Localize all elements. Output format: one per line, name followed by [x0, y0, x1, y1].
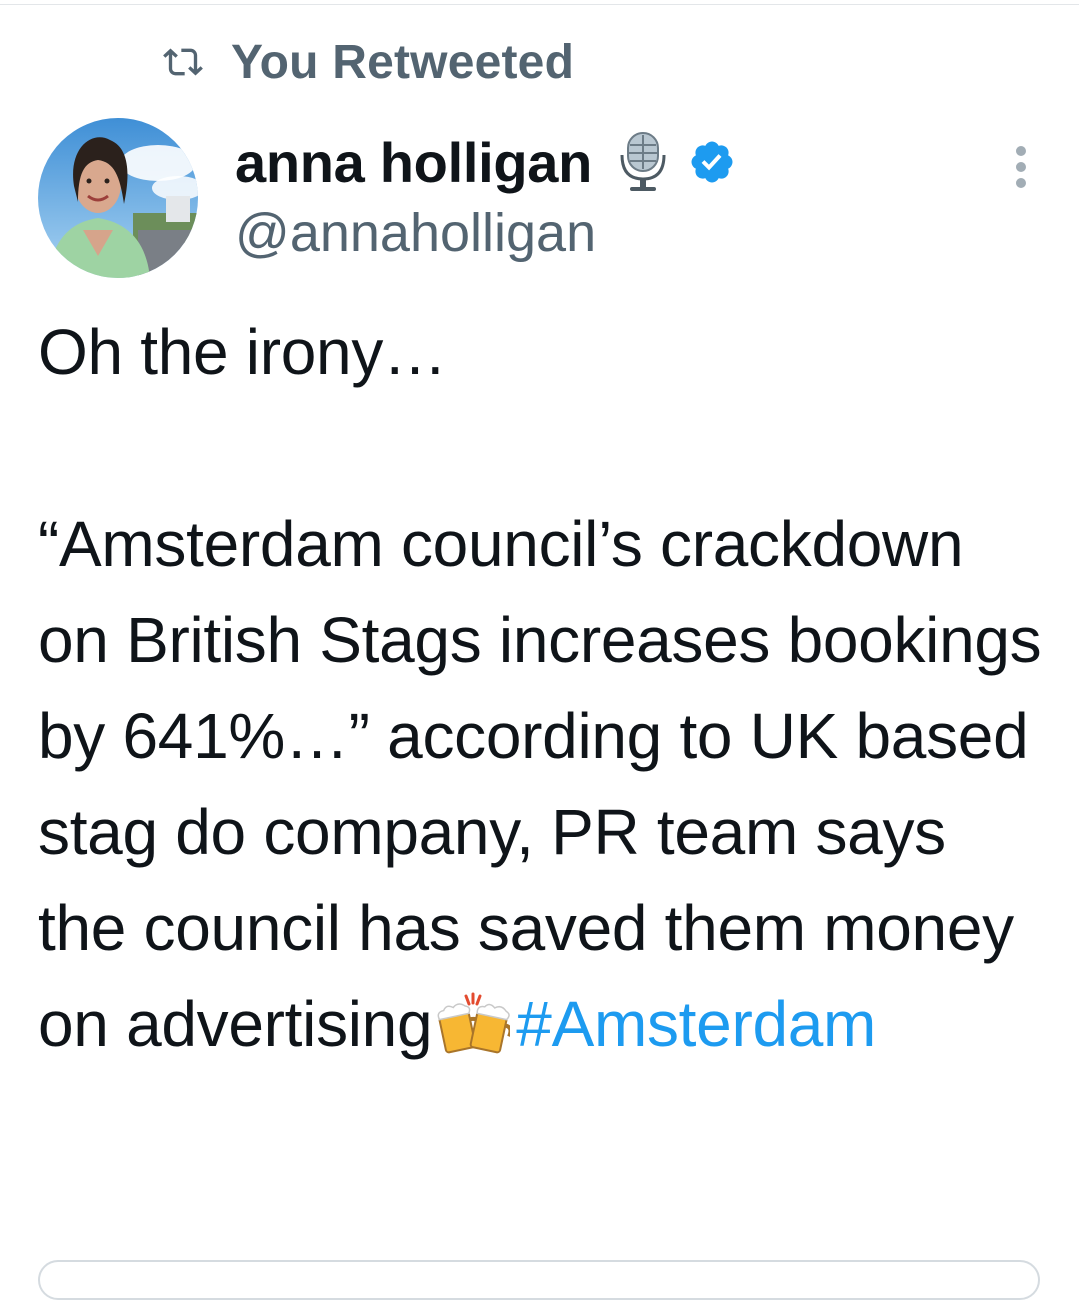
link-card-preview[interactable] [38, 1260, 1040, 1300]
tweet-body-paragraph: “Amsterdam council’s crackdown on Britis… [38, 496, 1048, 1072]
retweet-label: You Retweeted [231, 35, 575, 89]
author-display-name[interactable]: anna holligan [235, 130, 592, 195]
more-options-icon [1016, 146, 1026, 188]
top-divider [0, 4, 1079, 5]
clinking-beer-mugs-icon [437, 992, 511, 1054]
author-name-row: anna holligan [235, 126, 736, 198]
studio-microphone-icon [620, 132, 666, 191]
hashtag-link[interactable]: #Amsterdam [516, 988, 876, 1060]
tweet-opening-line: Oh the irony… [38, 316, 447, 388]
tweet-text: Oh the irony… “Amsterdam council’s crack… [38, 304, 1048, 1072]
tweet-body-text: “Amsterdam council’s crackdown on Britis… [38, 508, 1042, 1060]
author-handle[interactable]: @annaholligan [235, 202, 596, 264]
avatar-photo [38, 118, 198, 278]
verified-badge-icon[interactable] [688, 138, 736, 186]
more-options-button[interactable] [1004, 142, 1038, 192]
retweet-banner: You Retweeted [163, 30, 574, 94]
avatar[interactable] [38, 118, 198, 278]
retweet-icon [163, 48, 203, 76]
